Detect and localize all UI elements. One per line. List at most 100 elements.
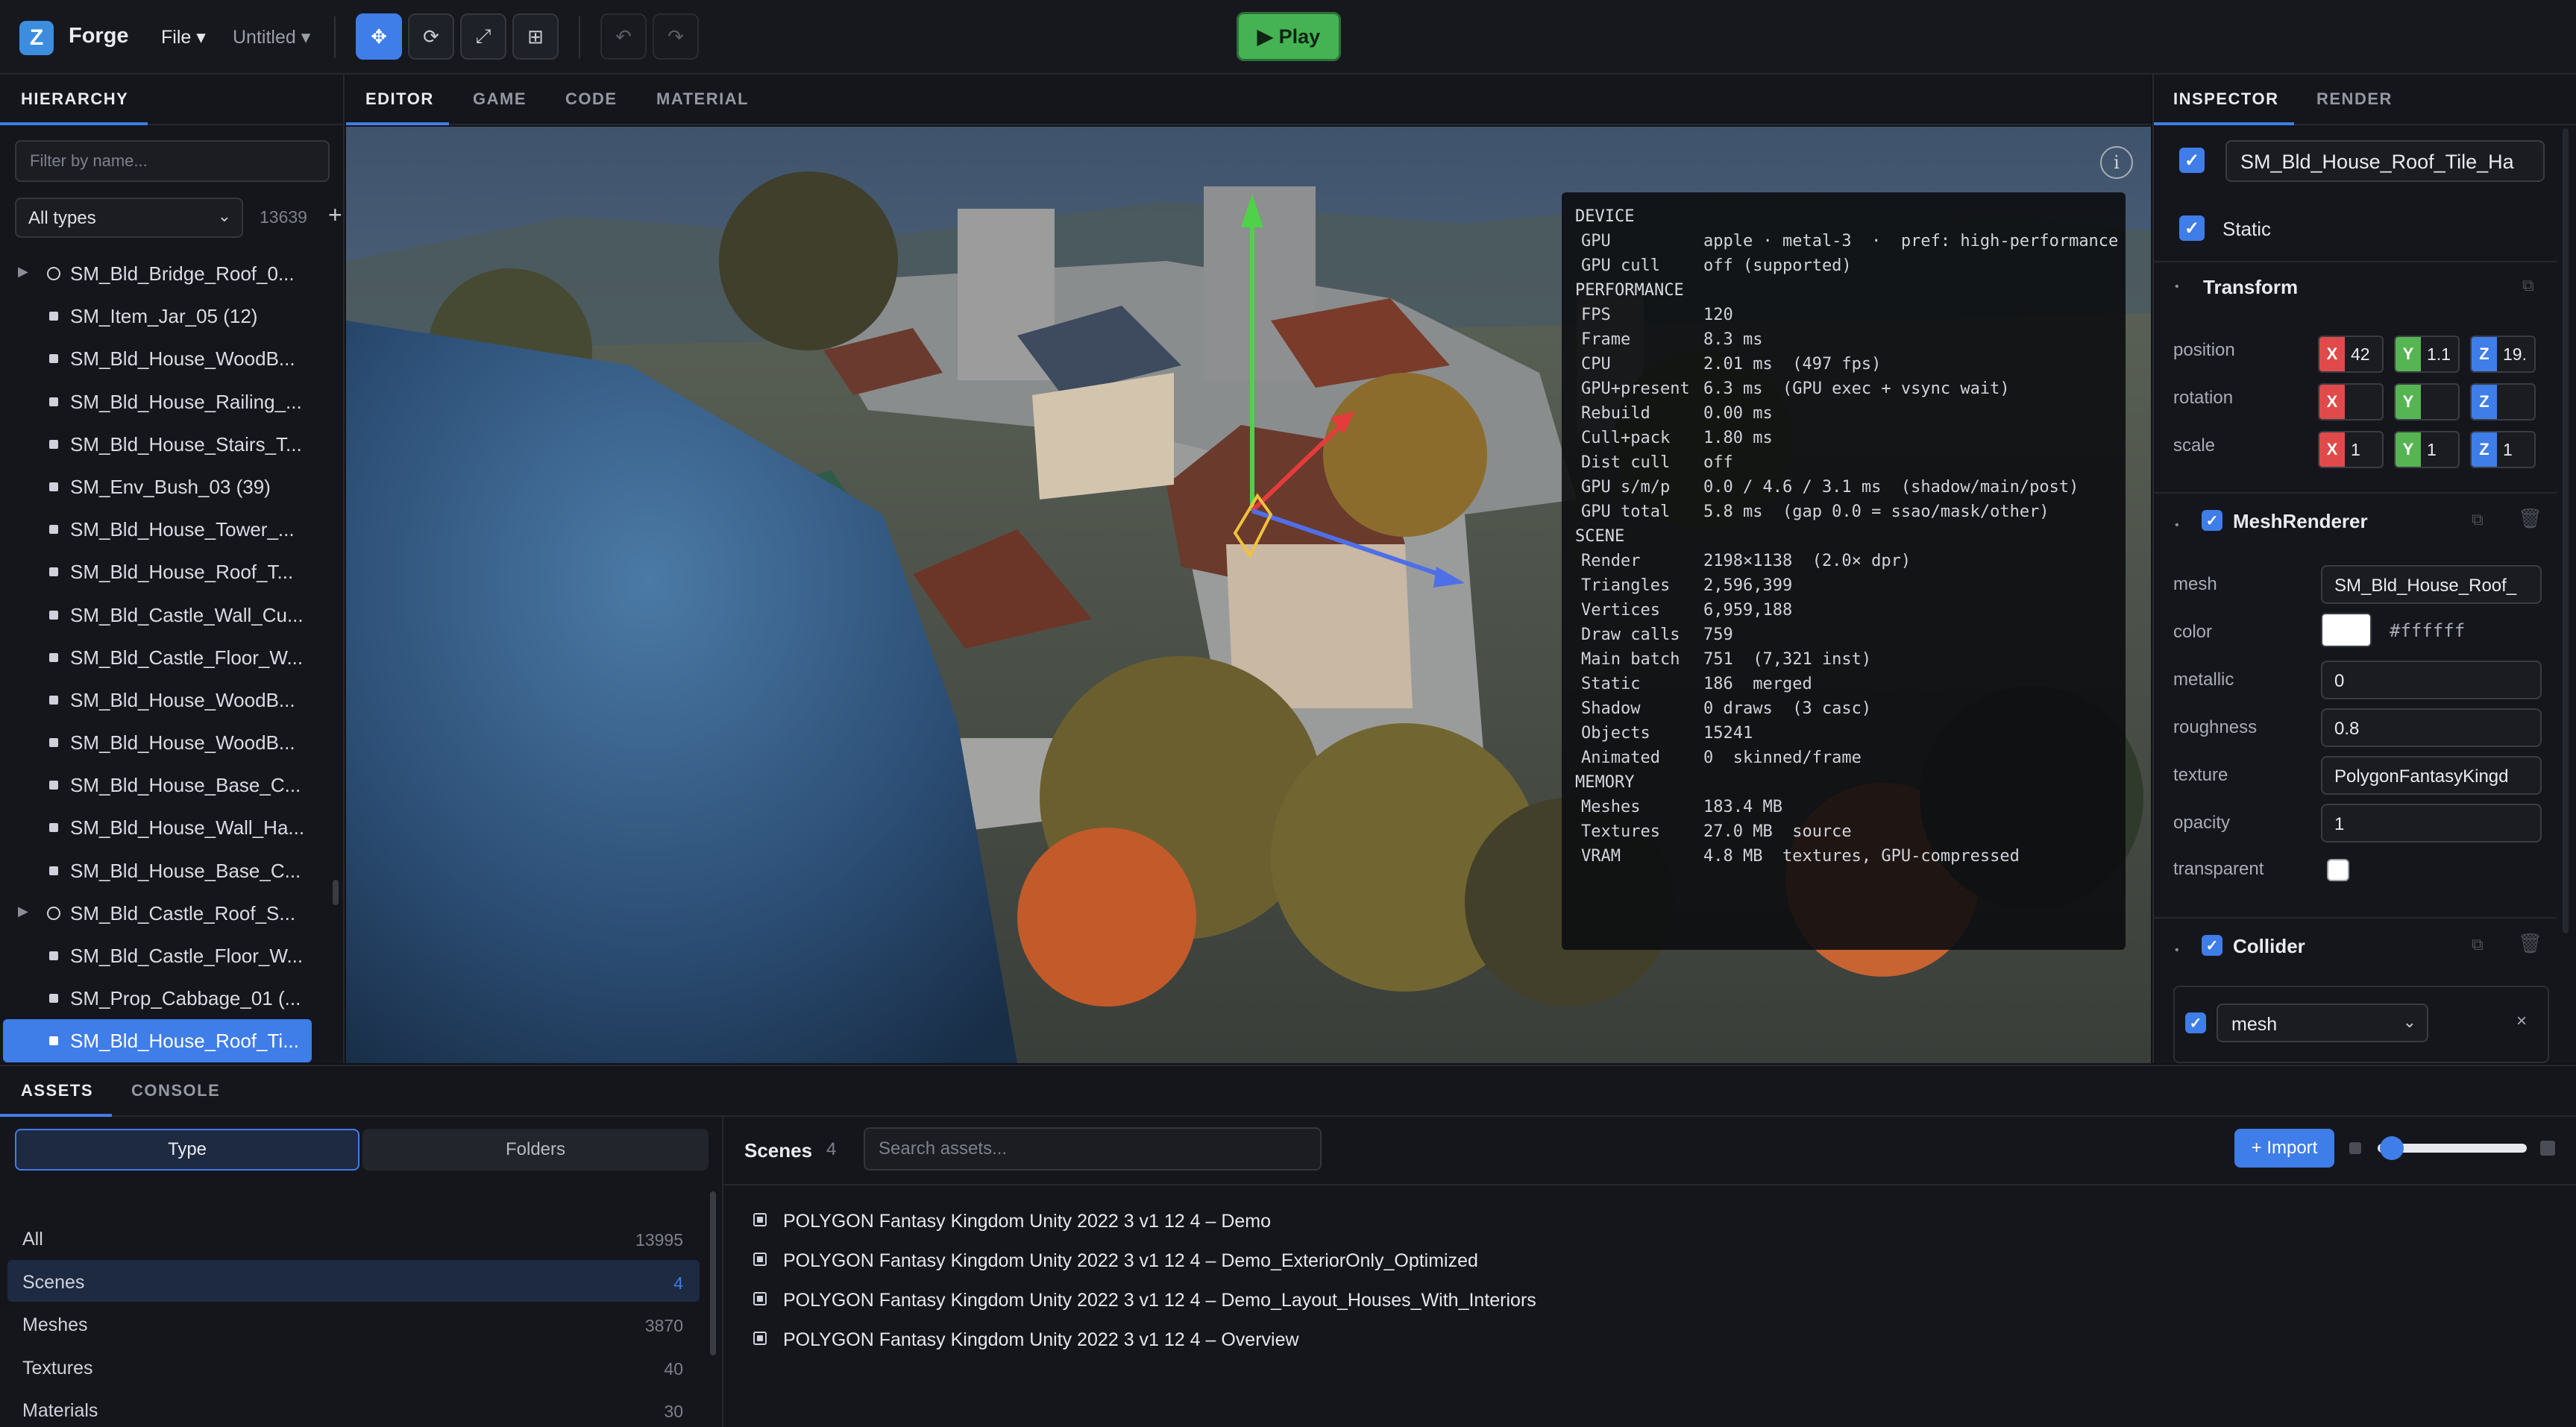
tab-material[interactable]: MATERIAL xyxy=(656,89,749,109)
hierarchy-item[interactable]: SM_Bld_House_WoodB... xyxy=(0,678,328,721)
hierarchy-filter-input[interactable] xyxy=(15,140,330,182)
expand-arrow-icon[interactable]: ▶ xyxy=(18,904,28,919)
info-icon[interactable]: i xyxy=(2100,146,2133,179)
position-x-field[interactable]: X 42 xyxy=(2318,336,2384,373)
hierarchy-item[interactable]: SM_Bld_House_Base_C... xyxy=(0,763,328,806)
collider-shape-checkbox[interactable]: ✓ xyxy=(2185,1012,2206,1033)
collider-type-select[interactable]: mesh ⌄ xyxy=(2217,1004,2428,1042)
expand-arrow-icon[interactable]: ▶ xyxy=(18,264,28,280)
texture-select[interactable]: PolygonFantasyKingd xyxy=(2321,756,2542,795)
hierarchy-item[interactable]: SM_Bld_House_Roof_T... xyxy=(0,550,328,593)
scene-asset-item[interactable]: POLYGON Fantasy Kingdom Unity 2022 3 v1 … xyxy=(753,1290,1536,1311)
asset-category-item[interactable]: Textures 40 xyxy=(7,1346,700,1387)
collider-enabled-checkbox[interactable]: ✓ xyxy=(2202,935,2222,956)
collapse-icon[interactable]: • xyxy=(2175,944,2179,957)
rotation-y-field[interactable]: Y xyxy=(2394,383,2460,420)
rect-tool-button[interactable]: ⊞ xyxy=(512,13,559,60)
copy-icon[interactable]: ⧉ xyxy=(2472,510,2484,529)
hierarchy-item[interactable]: SM_Bld_House_Tower_... xyxy=(0,508,328,550)
play-button[interactable]: ▶ Play xyxy=(1237,12,1341,61)
stats-row: Frame 8.3 ms xyxy=(1575,327,2112,352)
trash-icon[interactable]: 🗑 xyxy=(2518,507,2542,530)
hierarchy-item[interactable]: SM_Bld_House_Roof_Ti... xyxy=(3,1019,312,1062)
meshrenderer-enabled-checkbox[interactable]: ✓ xyxy=(2202,510,2222,531)
asset-category-item[interactable]: Materials 30 xyxy=(7,1388,700,1427)
scene-asset-item[interactable]: POLYGON Fantasy Kingdom Unity 2022 3 v1 … xyxy=(753,1250,1478,1272)
add-object-button[interactable]: + xyxy=(328,201,342,229)
scene-asset-item[interactable]: POLYGON Fantasy Kingdom Unity 2022 3 v1 … xyxy=(753,1211,1271,1232)
mesh-field[interactable]: SM_Bld_House_Roof_ xyxy=(2321,565,2542,604)
rotation-z-field[interactable]: Z xyxy=(2470,383,2536,420)
axis-label: X xyxy=(2319,385,2345,419)
scale-x-field[interactable]: X1 xyxy=(2318,431,2384,468)
small-thumb-icon[interactable] xyxy=(2349,1142,2361,1154)
axis-label: Y xyxy=(2396,432,2421,467)
tab-hierarchy[interactable]: HIERARCHY xyxy=(21,89,128,109)
hierarchy-item[interactable]: SM_Bld_Castle_Floor_W... xyxy=(0,934,328,977)
hierarchy-item[interactable]: SM_Env_Bush_03 (39) xyxy=(0,465,328,508)
slider-handle[interactable] xyxy=(2380,1136,2404,1160)
scale-y-field[interactable]: Y1 xyxy=(2394,431,2460,468)
opacity-field[interactable]: 1 xyxy=(2321,804,2542,842)
scale-z-field[interactable]: Z1 xyxy=(2470,431,2536,468)
hierarchy-item[interactable]: SM_Bld_Castle_Floor_W... xyxy=(0,636,328,678)
tab-code[interactable]: CODE xyxy=(565,89,618,109)
hierarchy-item[interactable]: SM_Bld_House_WoodB... xyxy=(0,721,328,763)
scale-tool-button[interactable]: ⤢ xyxy=(460,13,506,60)
inspector-scrollbar[interactable] xyxy=(2563,128,2569,933)
tab-render[interactable]: RENDER xyxy=(2316,89,2393,109)
hierarchy-item[interactable]: SM_Prop_Cabbage_01 (... xyxy=(0,977,328,1019)
transparent-checkbox[interactable] xyxy=(2327,859,2349,881)
position-y-field[interactable]: Y 1.1 xyxy=(2394,336,2460,373)
undo-button[interactable]: ↶ xyxy=(600,13,647,60)
roughness-field[interactable]: 0.8 xyxy=(2321,708,2542,747)
view-by-type-button[interactable]: Type xyxy=(15,1129,359,1171)
tab-editor[interactable]: EDITOR xyxy=(365,89,434,109)
tab-game[interactable]: GAME xyxy=(473,89,527,109)
hierarchy-item[interactable]: SM_Item_Jar_05 (12) xyxy=(0,294,328,337)
category-scrollbar[interactable] xyxy=(710,1191,716,1355)
move-tool-button[interactable]: ✥ xyxy=(356,13,402,60)
copy-icon[interactable]: ⧉ xyxy=(2472,935,2484,954)
tab-console[interactable]: CONSOLE xyxy=(131,1081,220,1100)
axis-label: X xyxy=(2319,337,2345,371)
file-menu[interactable]: File ▾ xyxy=(161,26,206,48)
redo-button[interactable]: ↷ xyxy=(653,13,699,60)
asset-category-item[interactable]: All 13995 xyxy=(7,1217,700,1259)
hierarchy-item[interactable]: ▶ SM_Bld_Castle_Roof_S... xyxy=(0,892,328,934)
metallic-field[interactable]: 0 xyxy=(2321,661,2542,699)
close-icon[interactable]: × xyxy=(2516,1011,2527,1032)
copy-icon[interactable]: ⧉ xyxy=(2522,276,2534,295)
hierarchy-item[interactable]: SM_Bld_House_WoodB... xyxy=(0,337,328,379)
hierarchy-item[interactable]: SM_Bld_House_Railing_... xyxy=(0,380,328,423)
tab-assets[interactable]: ASSETS xyxy=(21,1081,93,1100)
view-by-folders-button[interactable]: Folders xyxy=(362,1129,709,1171)
large-thumb-icon[interactable] xyxy=(2540,1141,2555,1156)
object-active-checkbox[interactable]: ✓ xyxy=(2179,148,2205,173)
position-z-field[interactable]: Z 19. xyxy=(2470,336,2536,373)
trash-icon[interactable]: 🗑 xyxy=(2518,932,2542,955)
asset-category-item[interactable]: Scenes 4 xyxy=(7,1259,700,1302)
document-title[interactable]: Untitled ▾ xyxy=(233,26,310,48)
hierarchy-item[interactable]: SM_Bld_House_Stairs_T... xyxy=(0,423,328,465)
asset-category-item[interactable]: Meshes 3870 xyxy=(7,1302,700,1344)
tab-inspector[interactable]: INSPECTOR xyxy=(2173,89,2278,109)
rotation-x-field[interactable]: X xyxy=(2318,383,2384,420)
object-name-field[interactable]: SM_Bld_House_Roof_Tile_Ha xyxy=(2225,140,2545,182)
scene-asset-item[interactable]: POLYGON Fantasy Kingdom Unity 2022 3 v1 … xyxy=(753,1329,1299,1351)
static-checkbox[interactable]: ✓ xyxy=(2179,215,2205,241)
collapse-icon[interactable]: • xyxy=(2175,519,2179,532)
hierarchy-item[interactable]: SM_Bld_House_Wall_Ha... xyxy=(0,806,328,848)
hierarchy-item-label: SM_Bld_House_Base_C... xyxy=(70,859,301,882)
rotate-tool-button[interactable]: ⟳ xyxy=(408,13,454,60)
hierarchy-item[interactable]: SM_Bld_Castle_Wall_Cu... xyxy=(0,593,328,636)
viewport-panel: EDITOR GAME CODE MATERIAL i DEVICE GPU a… xyxy=(346,75,2151,1063)
asset-search-input[interactable] xyxy=(864,1127,1322,1171)
type-filter-select[interactable]: All types ⌄ xyxy=(15,198,243,238)
hierarchy-item[interactable]: SM_Bld_House_Base_C... xyxy=(0,849,328,892)
collapse-icon[interactable]: • xyxy=(2175,280,2179,294)
color-swatch[interactable] xyxy=(2321,613,2372,647)
hierarchy-item[interactable]: ▶ SM_Bld_Bridge_Roof_0... xyxy=(0,252,328,294)
hierarchy-scrollbar[interactable] xyxy=(333,880,339,905)
import-button[interactable]: + Import xyxy=(2234,1129,2334,1168)
